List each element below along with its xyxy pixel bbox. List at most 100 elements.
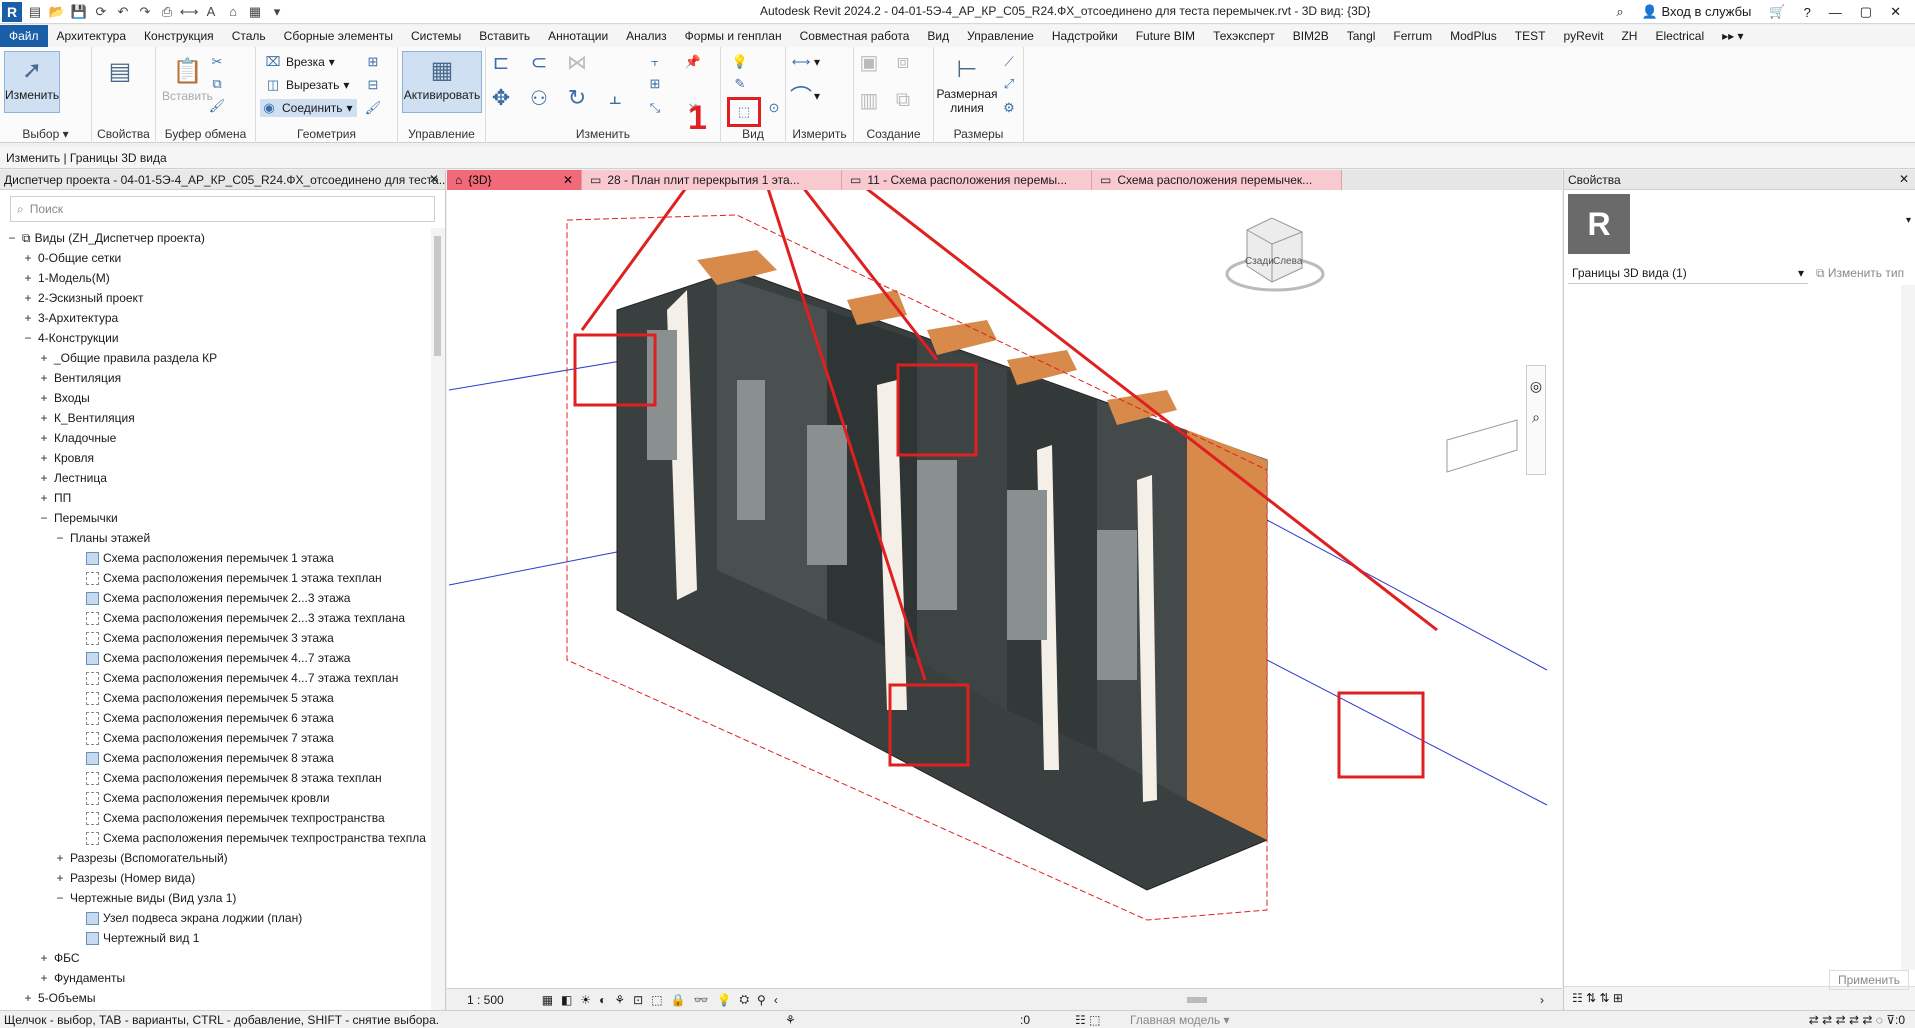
view-tab-3[interactable]: ▭ Схема расположения перемычек... — [1092, 170, 1342, 190]
expand-icon[interactable]: + — [38, 488, 50, 508]
browser-scroll-thumb[interactable] — [434, 236, 441, 356]
text-icon[interactable]: A — [202, 3, 220, 21]
tree-item[interactable]: +0-Общие сетки — [0, 248, 431, 268]
ribbon-overflow-icon[interactable]: ▸▸ ▾ — [1713, 25, 1752, 47]
ribbon-tab-9[interactable]: Формы и генплан — [676, 25, 791, 47]
hide-icon[interactable]: ⊙ — [765, 99, 783, 117]
selection-filter-dropdown[interactable]: Границы 3D вида (1) ▾ — [1568, 262, 1808, 284]
tree-item[interactable]: − Чертежные виды (Вид узла 1) — [0, 888, 431, 908]
close-button[interactable]: ✕ — [1890, 4, 1901, 20]
detail-level-icon[interactable]: ▦ — [542, 993, 553, 1007]
measure-arc-icon[interactable]: ⌒ ▾ — [790, 85, 820, 110]
pin-icon[interactable]: 📌 — [684, 53, 702, 71]
ribbon-tab-20[interactable]: TEST — [1506, 25, 1555, 47]
ribbon-tab-4[interactable]: Сборные элементы — [275, 25, 402, 47]
tree-item[interactable]: Схема расположения перемычек 4...7 этажа — [0, 648, 431, 668]
redo-icon[interactable]: ↷ — [136, 3, 154, 21]
rotate-icon[interactable]: ↻ — [568, 85, 586, 110]
ribbon-tab-14[interactable]: Future BIM — [1127, 25, 1204, 47]
scroll-right-icon[interactable]: › — [1540, 993, 1544, 1007]
create-similar-icon[interactable]: ⧉ — [894, 89, 912, 111]
tree-item[interactable]: −4-Конструкции — [0, 328, 431, 348]
expand-icon[interactable]: + — [54, 868, 66, 888]
tree-item[interactable]: +1-Модель(М) — [0, 268, 431, 288]
collapse-icon[interactable]: − — [22, 328, 34, 348]
view-scale[interactable]: 1 : 500 — [467, 993, 504, 1007]
ribbon-tab-1[interactable]: Архитектура — [48, 25, 136, 47]
ribbon-tab-15[interactable]: Техэксперт — [1204, 25, 1284, 47]
tree-item[interactable]: + ФБС — [0, 948, 431, 968]
save-icon[interactable]: 💾 — [70, 3, 88, 21]
expand-icon[interactable]: + — [38, 368, 50, 388]
worksharing-icon[interactable]: ⛭ — [739, 992, 749, 1007]
home-icon[interactable]: ⌂ — [224, 3, 242, 21]
ribbon-tab-11[interactable]: Вид — [918, 25, 958, 47]
view-tab-0[interactable]: ⌂ {3D} ✕ — [447, 170, 582, 190]
print-icon[interactable]: ⎙ — [158, 3, 176, 21]
ribbon-tab-8[interactable]: Анализ — [617, 25, 676, 47]
properties-scrollbar[interactable] — [1901, 285, 1915, 970]
tree-item[interactable]: + _Общие правила раздела КР — [0, 348, 431, 368]
steering-wheel-icon[interactable]: ◎ — [1527, 378, 1545, 395]
tree-item[interactable]: + Входы — [0, 388, 431, 408]
tree-item[interactable]: Схема расположения перемычек 8 этажа тех… — [0, 768, 431, 788]
tree-item[interactable]: Схема расположения перемычек 8 этажа — [0, 748, 431, 768]
3d-view-canvas[interactable]: Сзади Слева ◎ ⌕ — [447, 108, 1562, 988]
tree-item[interactable]: Схема расположения перемычек 2...3 этажа — [0, 588, 431, 608]
customize-qat-icon[interactable]: ▾ — [268, 3, 286, 21]
tree-item[interactable]: + Разрезы (Вспомогательный) — [0, 848, 431, 868]
tree-item[interactable]: + Кровля — [0, 448, 431, 468]
cut-into-button[interactable]: ⌧ Врезка ▾ — [264, 53, 335, 71]
trim-icon[interactable]: ⫠ — [606, 87, 624, 109]
collapse-icon[interactable]: − — [38, 508, 50, 528]
array-icon[interactable]: ⊞ — [646, 75, 664, 93]
align-icon[interactable]: ⊏ — [492, 52, 510, 74]
ribbon-tab-21[interactable]: pyRevit — [1554, 25, 1612, 47]
tree-item[interactable]: +2-Эскизный проект — [0, 288, 431, 308]
ribbon-tab-12[interactable]: Управление — [958, 25, 1043, 47]
view-cube[interactable]: Сзади Слева — [1217, 210, 1327, 300]
tree-item[interactable]: + Фундаменты — [0, 968, 431, 988]
expand-icon[interactable]: + — [22, 288, 34, 308]
cut-geometry-button[interactable]: ◫ Вырезать ▾ — [264, 76, 350, 94]
expand-icon[interactable]: + — [22, 988, 34, 1008]
tree-item[interactable]: Схема расположения перемычек 1 этажа тех… — [0, 568, 431, 588]
cut-icon[interactable]: ✂ — [208, 53, 226, 71]
horizontal-scroll-thumb[interactable] — [1187, 997, 1207, 1003]
ribbon-tab-17[interactable]: Tangl — [1338, 25, 1385, 47]
mirror-axis-icon[interactable]: ⋈ — [567, 52, 587, 74]
revit-app-icon[interactable]: R — [2, 1, 22, 22]
tree-item[interactable]: − Планы этажей — [0, 528, 431, 548]
tree-item[interactable]: Схема расположения перемычек 4...7 этажа… — [0, 668, 431, 688]
join-button[interactable]: ◉ Соединить ▾ — [260, 99, 357, 117]
expand-icon[interactable]: + — [38, 348, 50, 368]
tree-item[interactable]: +5-Объемы — [0, 988, 431, 1008]
status-options-icon[interactable]: ☷ ⬚ — [1075, 1013, 1100, 1027]
folder-icon[interactable]: 📂 — [48, 3, 66, 21]
close-properties-icon[interactable]: ✕ — [1899, 172, 1909, 186]
paint-icon[interactable]: 🖌 — [364, 99, 382, 117]
create-group-icon[interactable]: ⧈ — [894, 51, 912, 73]
expand-icon[interactable]: + — [38, 968, 50, 988]
undo-icon[interactable]: ↶ — [114, 3, 132, 21]
status-worksets-icon[interactable]: ⚘ — [785, 1013, 796, 1027]
tree-item[interactable]: Схема расположения перемычек техпростран… — [0, 828, 431, 848]
geometry-tool-1-icon[interactable]: ⊞ — [364, 53, 382, 71]
dim-settings-icon[interactable]: ⚙ — [1000, 99, 1018, 117]
create-assembly-icon[interactable]: ▥ — [860, 90, 879, 112]
properties-sort-icon[interactable]: ☷ ⇅ ⇅ ⊞ — [1572, 991, 1623, 1005]
tree-item[interactable]: Узел подвеса экрана лоджии (план) — [0, 908, 431, 928]
scroll-left-icon[interactable]: ‹ — [774, 993, 778, 1007]
ribbon-tab-5[interactable]: Системы — [402, 25, 470, 47]
sun-path-icon[interactable]: ☀ — [580, 993, 591, 1007]
ribbon-tab-19[interactable]: ModPlus — [1441, 25, 1506, 47]
collapse-icon[interactable]: − — [54, 528, 66, 548]
expand-icon[interactable]: + — [38, 948, 50, 968]
selection-settings-icons[interactable]: ⇄ ⇄ ⇄ ⇄ ⇄ ◌ ⊽:0 — [1809, 1013, 1905, 1027]
ribbon-tab-16[interactable]: BIM2B — [1284, 25, 1338, 47]
close-views-icon[interactable]: ▦ — [246, 3, 264, 21]
tree-item[interactable]: Чертежный вид 1 — [0, 928, 431, 948]
expand-icon[interactable]: + — [38, 388, 50, 408]
move-icon[interactable]: ✥ — [492, 85, 510, 110]
ribbon-tab-13[interactable]: Надстройки — [1043, 25, 1127, 47]
